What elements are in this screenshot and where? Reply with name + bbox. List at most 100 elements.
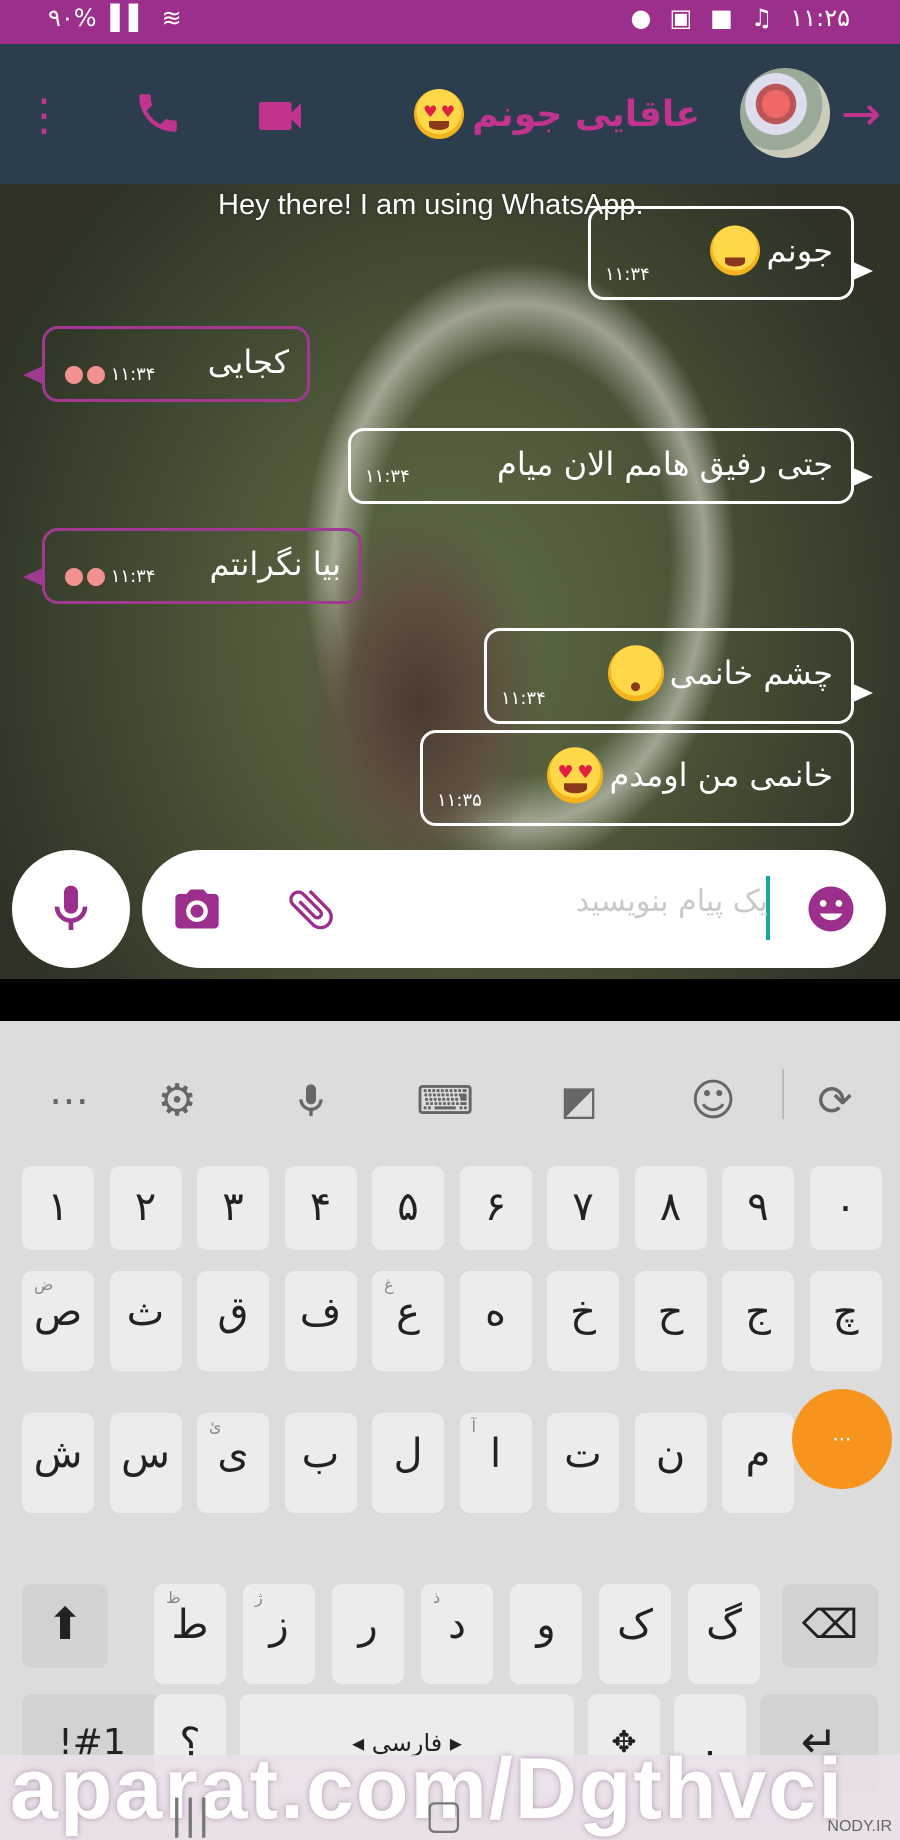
- message-text: خانمی من اومدم: [609, 756, 833, 795]
- key[interactable]: ۳: [197, 1166, 269, 1250]
- key[interactable]: ۴: [284, 1166, 357, 1250]
- key-label: ۰: [834, 1184, 857, 1230]
- key[interactable]: ف: [284, 1271, 357, 1371]
- message-bubble-outgoing[interactable]: جتی رفیق هامم الان میام ۱۱:۳۴: [348, 428, 873, 504]
- message-bubble-outgoing[interactable]: چشم خانمی ۱۱:۳۴: [484, 628, 873, 724]
- gallery-icon: ▣: [669, 4, 693, 32]
- floating-keyboard-handle[interactable]: ⋅⋅⋅: [792, 1389, 892, 1489]
- message-input-placeholder: یک پیام بنویسید: [575, 884, 768, 919]
- key-label: س: [121, 1431, 170, 1477]
- key-label: ق: [217, 1289, 249, 1335]
- key[interactable]: دذ: [421, 1584, 493, 1684]
- read-ticks-icon: [65, 366, 105, 384]
- key[interactable]: زژ: [243, 1584, 315, 1684]
- message-bubble-outgoing[interactable]: خانمی من اومدم ۱۱:۳۵: [420, 730, 854, 826]
- key[interactable]: و: [510, 1584, 582, 1684]
- key[interactable]: ۹: [722, 1166, 794, 1250]
- more-icon[interactable]: ⋯: [34, 1071, 104, 1131]
- key-label: ۲: [134, 1184, 157, 1230]
- shift-key[interactable]: ⬆: [22, 1584, 108, 1668]
- key[interactable]: ث: [109, 1271, 182, 1371]
- emoji-keyboard-icon[interactable]: ☺: [678, 1071, 748, 1131]
- message-time-with-ticks: ۱۱:۳۴: [59, 364, 155, 385]
- video-call-icon[interactable]: [248, 88, 312, 144]
- key[interactable]: طظ: [154, 1584, 226, 1684]
- key[interactable]: ۵: [372, 1166, 444, 1250]
- key[interactable]: ک: [599, 1584, 671, 1684]
- message-time: ۱۱:۳۴: [365, 466, 410, 487]
- key[interactable]: ۸: [634, 1166, 707, 1250]
- recent-apps-icon[interactable]: |||: [170, 1792, 210, 1838]
- key-label: ج: [745, 1289, 771, 1335]
- key-label: ه: [485, 1289, 506, 1335]
- key[interactable]: ب: [284, 1413, 357, 1513]
- key[interactable]: ۱: [22, 1166, 94, 1250]
- key[interactable]: ش: [22, 1413, 94, 1513]
- key-label: ا: [489, 1431, 502, 1477]
- heart-eyes-emoji-icon: [414, 89, 465, 139]
- keyboard-layout-icon[interactable]: ⌨: [410, 1071, 480, 1131]
- key[interactable]: ج: [722, 1271, 794, 1371]
- key[interactable]: ۰: [809, 1166, 882, 1250]
- message-bubble-incoming[interactable]: بیا نگرانتم ۱۱:۳۴: [23, 528, 362, 604]
- key-alt-hint: ض: [34, 1275, 54, 1294]
- divider-band: [0, 979, 900, 1021]
- key[interactable]: م: [722, 1413, 794, 1513]
- contact-avatar[interactable]: [740, 68, 830, 158]
- message-time: ۱۱:۳۵: [437, 790, 482, 811]
- key-label: ۱: [47, 1184, 69, 1230]
- key[interactable]: گ: [688, 1584, 760, 1684]
- message-time-with-ticks: ۱۱:۳۴: [59, 566, 155, 587]
- camera-icon[interactable]: [164, 876, 230, 942]
- key[interactable]: ۶: [459, 1166, 532, 1250]
- voice-call-icon[interactable]: [130, 88, 186, 144]
- contact-name[interactable]: عاقایی جونم: [414, 84, 700, 144]
- key-label: ب: [301, 1431, 340, 1477]
- message-text: جتی رفیق هامم الان میام: [497, 445, 833, 484]
- sticker-icon[interactable]: ◩: [544, 1071, 614, 1131]
- key[interactable]: خ: [547, 1271, 619, 1371]
- key-label: گ: [706, 1602, 742, 1648]
- key[interactable]: س: [109, 1413, 182, 1513]
- backspace-key[interactable]: ⌫: [782, 1584, 878, 1668]
- key[interactable]: ۷: [547, 1166, 619, 1250]
- key-label: ی: [217, 1431, 249, 1477]
- battery-level: ۹۰%: [48, 4, 97, 32]
- key[interactable]: ت: [547, 1413, 619, 1513]
- key[interactable]: ق: [197, 1271, 269, 1371]
- key[interactable]: ن: [634, 1413, 707, 1513]
- key[interactable]: صض: [22, 1271, 94, 1371]
- video-notification-icon: ■: [710, 4, 733, 32]
- message-bubble-outgoing[interactable]: جونم ۱۱:۳۴: [588, 206, 873, 300]
- voice-input-mic-icon[interactable]: [276, 1071, 346, 1131]
- message-input[interactable]: یک پیام بنویسید: [142, 850, 886, 968]
- key-alt-hint: ئ: [209, 1417, 222, 1436]
- keyboard: ⋯ ⚙ ⌨ ◩ ☺ ⟳ ۱ ۲ ۳ ۴ ۵ ۶ ۷ ۸ ۹ ۰ صض ث ق ف عغ ه خ ح ج چ شس یئ…: [0, 1021, 900, 1840]
- attach-paperclip-icon[interactable]: [278, 876, 344, 942]
- key[interactable]: ۲: [109, 1166, 182, 1250]
- more-options-icon[interactable]: ⋮: [22, 88, 66, 144]
- emoji-picker-icon[interactable]: [798, 876, 864, 942]
- notification-dot-icon: ●: [630, 4, 652, 32]
- key-label: م: [745, 1431, 771, 1477]
- key[interactable]: عغ: [372, 1271, 444, 1371]
- voice-record-button[interactable]: [12, 850, 130, 968]
- key[interactable]: اآ: [459, 1413, 532, 1513]
- message-bubble-incoming[interactable]: کجایی ۱۱:۳۴: [23, 326, 310, 402]
- settings-gear-icon[interactable]: ⚙: [142, 1071, 212, 1131]
- key-label: ر: [358, 1602, 378, 1648]
- kissing-heart-emoji-icon: [607, 645, 664, 702]
- key[interactable]: ر: [332, 1584, 404, 1684]
- key[interactable]: یئ: [197, 1413, 269, 1513]
- key[interactable]: ل: [372, 1413, 444, 1513]
- key-label: ط: [171, 1602, 209, 1648]
- message-text: چشم خانمی: [669, 654, 833, 693]
- key-label: ۴: [309, 1184, 332, 1230]
- key[interactable]: ه: [459, 1271, 532, 1371]
- signal-icon: ▌▌: [110, 4, 148, 32]
- key[interactable]: چ: [809, 1271, 882, 1371]
- home-icon[interactable]: ▢: [425, 1792, 463, 1838]
- translate-icon[interactable]: ⟳: [800, 1071, 870, 1131]
- key[interactable]: ح: [634, 1271, 707, 1371]
- back-arrow-icon[interactable]: →: [836, 89, 886, 139]
